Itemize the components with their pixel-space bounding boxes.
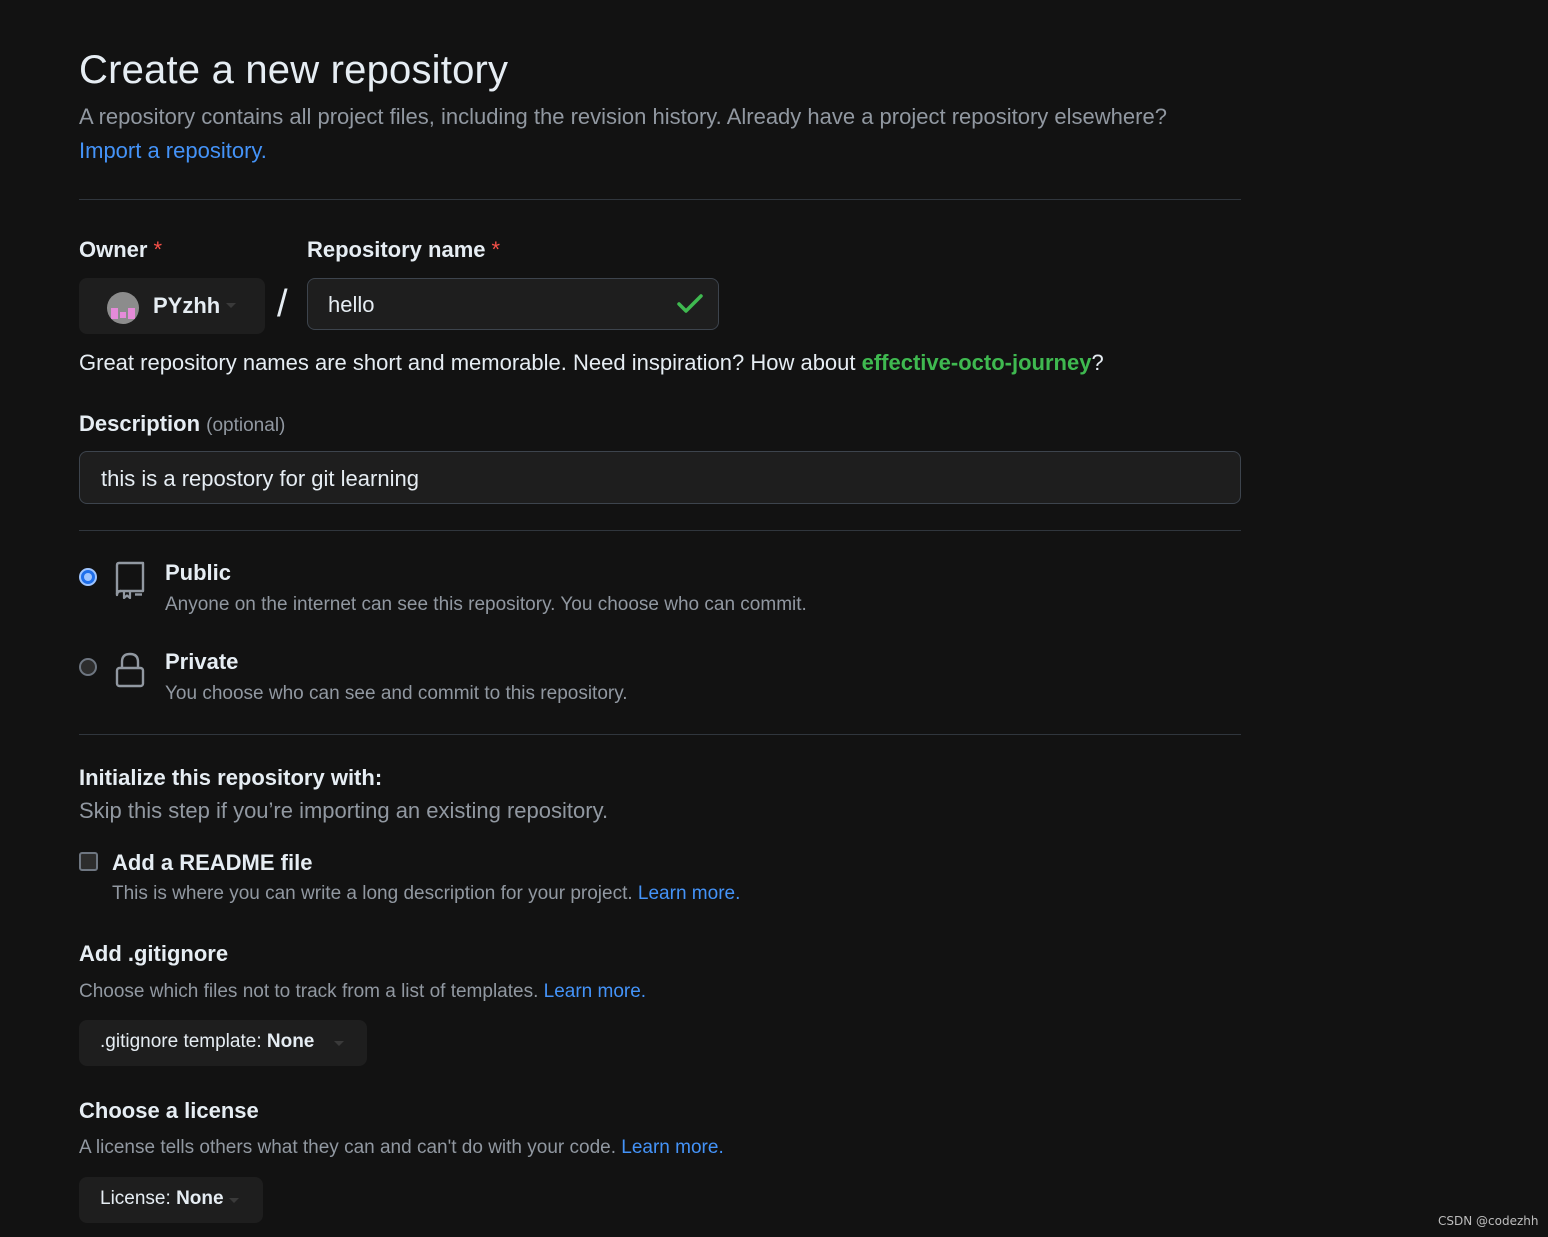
readme-checkbox[interactable] (79, 852, 98, 871)
description-label-text: Description (79, 411, 201, 436)
name-suggestion-link[interactable]: effective-octo-journey (862, 350, 1092, 375)
owner-dropdown[interactable]: PYzhh (79, 278, 265, 334)
visibility-public-radio[interactable] (79, 568, 97, 586)
gitignore-desc-text: Choose which files not to track from a l… (79, 981, 539, 1002)
visibility-public-title: Public (165, 560, 232, 585)
gitignore-template-dropdown[interactable]: .gitignore template: None (79, 1020, 367, 1066)
visibility-public-desc: Anyone on the internet can see this repo… (165, 594, 807, 615)
gitignore-dropdown-value: None (266, 1031, 315, 1052)
repo-name-label-text: Repository name (307, 237, 486, 262)
gitignore-dropdown-label: .gitignore template: (100, 1031, 262, 1052)
name-hint-text: Great repository names are short and mem… (79, 350, 862, 375)
import-repository-link[interactable]: Import a repository. (79, 138, 267, 164)
license-desc: A license tells others what they can and… (79, 1137, 724, 1159)
owner-name: PYzhh (153, 293, 221, 318)
check-icon (677, 294, 703, 313)
readme-desc: This is where you can write a long descr… (112, 883, 740, 905)
license-desc-text: A license tells others what they can and… (79, 1137, 616, 1158)
name-hint: Great repository names are short and mem… (79, 350, 1104, 376)
repo-name-field[interactable] (307, 278, 719, 330)
visibility-private-desc: You choose who can see and commit to thi… (165, 683, 628, 704)
readme-desc-text: This is where you can write a long descr… (112, 883, 633, 904)
initialize-heading: Initialize this repository with: (79, 765, 383, 790)
name-hint-end: ? (1091, 350, 1104, 375)
visibility-private-title: Private (165, 649, 239, 674)
repo-name-input[interactable] (328, 292, 648, 318)
chevron-down-icon (334, 1041, 344, 1046)
readme-label[interactable]: Add a README file (112, 850, 312, 876)
description-input[interactable] (101, 466, 1201, 492)
chevron-down-icon (229, 1198, 239, 1203)
page-subtitle: A repository contains all project files,… (79, 104, 1167, 129)
owner-label-text: Owner (79, 237, 148, 262)
license-dropdown[interactable]: License: None (79, 1177, 263, 1223)
gitignore-desc: Choose which files not to track from a l… (79, 981, 646, 1003)
lock-icon (115, 652, 145, 688)
gitignore-learn-more-link[interactable]: Learn more. (544, 981, 646, 1002)
owner-repo-separator: / (277, 283, 288, 325)
license-learn-more-link[interactable]: Learn more. (621, 1137, 723, 1158)
divider (79, 530, 1241, 531)
optional-tag: (optional) (206, 415, 286, 436)
gitignore-heading: Add .gitignore (79, 941, 229, 966)
description-field[interactable] (79, 451, 1241, 504)
avatar (107, 292, 139, 324)
initialize-subheading: Skip this step if you’re importing an ex… (79, 798, 609, 823)
license-dropdown-value: None (176, 1188, 224, 1209)
page-title: Create a new repository (79, 48, 509, 92)
divider (79, 734, 1241, 735)
description-label: Description (optional) (79, 411, 285, 437)
license-dropdown-label: License: (100, 1188, 171, 1209)
chevron-down-icon (226, 303, 236, 308)
divider (79, 199, 1241, 200)
owner-label: Owner * (79, 237, 162, 263)
repo-icon (115, 561, 145, 599)
readme-learn-more-link[interactable]: Learn more. (638, 883, 740, 904)
watermark: CSDN @codezhh (1438, 1214, 1539, 1228)
visibility-private-radio[interactable] (79, 658, 97, 676)
required-mark: * (491, 237, 501, 262)
license-heading: Choose a license (79, 1098, 259, 1123)
repo-name-label: Repository name * (307, 237, 500, 263)
required-mark: * (153, 237, 163, 262)
